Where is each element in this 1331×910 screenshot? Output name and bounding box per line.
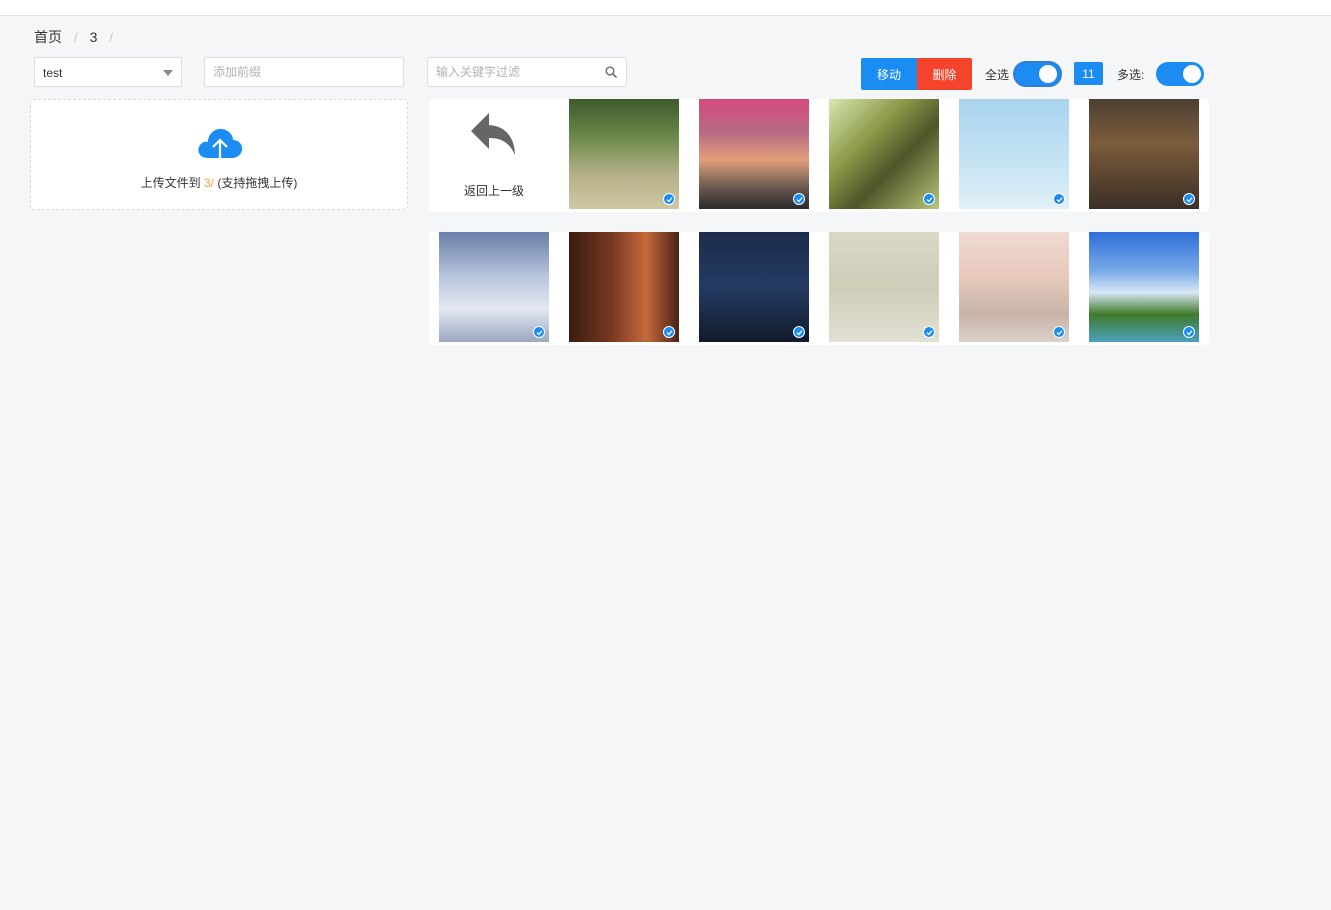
breadcrumb-separator: / <box>109 29 114 45</box>
checkmark-icon[interactable] <box>1053 193 1065 205</box>
image-thumbnail-balcony-child-scene[interactable] <box>959 232 1069 342</box>
image-thumbnail-forest-path-runner[interactable] <box>569 99 679 209</box>
breadcrumb-current[interactable]: 3 <box>90 29 98 45</box>
checkmark-icon[interactable] <box>923 193 935 205</box>
search-icon[interactable] <box>605 66 617 78</box>
checkmark-icon[interactable] <box>1053 326 1065 338</box>
prefix-input[interactable] <box>204 57 404 87</box>
upload-text-after: (支持拖拽上传) <box>217 176 298 190</box>
image-thumbnail-vintage-camera[interactable] <box>569 232 679 342</box>
image-thumbnail-misty-landscape-painting[interactable] <box>829 232 939 342</box>
back-to-parent-card[interactable]: 返回上一级 <box>429 99 559 211</box>
checkmark-icon[interactable] <box>793 326 805 338</box>
upload-instructions: 上传文件到 3/ (支持拖拽上传) <box>31 174 407 191</box>
checkmark-icon[interactable] <box>923 326 935 338</box>
search-input[interactable] <box>427 57 627 87</box>
image-thumbnail-pink-blossom-sunset[interactable] <box>699 99 809 209</box>
checkmark-icon[interactable] <box>1183 326 1195 338</box>
upload-text-before: 上传文件到 <box>140 176 201 190</box>
image-thumbnail-night-city-moon[interactable] <box>699 232 809 342</box>
image-thumbnail-tree-trunk-bokeh[interactable] <box>829 99 939 209</box>
image-thumbnail-hot-air-balloons-sky[interactable] <box>959 99 1069 209</box>
cloud-upload-icon <box>198 128 243 164</box>
selected-count-badge: 11 <box>1074 62 1103 85</box>
multi-select-label: 多选: <box>1117 68 1145 82</box>
breadcrumb-separator: / <box>74 29 78 45</box>
image-thumbnail-windmill-landscape[interactable] <box>1089 232 1199 342</box>
caret-down-icon <box>163 70 173 76</box>
bucket-select-value: test <box>43 66 63 80</box>
upload-path: 3/ <box>204 176 215 190</box>
checkmark-icon[interactable] <box>793 193 805 205</box>
reply-arrow-icon <box>471 113 515 155</box>
checkmark-icon[interactable] <box>533 326 545 338</box>
checkmark-icon[interactable] <box>663 193 675 205</box>
switch-knob <box>1039 65 1057 83</box>
breadcrumb: 首页 / 3 / <box>34 27 125 47</box>
image-thumbnail-snowy-bench-scene[interactable] <box>439 232 549 342</box>
move-button[interactable]: 移动 <box>861 58 917 90</box>
top-header-bar <box>0 0 1331 16</box>
delete-button[interactable]: 删除 <box>917 58 972 90</box>
select-all-switch[interactable] <box>1013 61 1062 87</box>
select-all-label: 全选 <box>985 68 1010 82</box>
back-label: 返回上一级 <box>463 184 524 198</box>
breadcrumb-home[interactable]: 首页 <box>34 27 62 47</box>
checkmark-icon[interactable] <box>1183 193 1195 205</box>
image-thumbnail-fantasy-party-scene[interactable] <box>1089 99 1199 209</box>
multi-select-switch[interactable] <box>1156 62 1204 86</box>
switch-knob <box>1183 65 1201 83</box>
bucket-select[interactable]: test <box>34 57 182 87</box>
checkmark-icon[interactable] <box>663 326 675 338</box>
upload-dropzone[interactable]: 上传文件到 3/ (支持拖拽上传) <box>30 99 408 210</box>
